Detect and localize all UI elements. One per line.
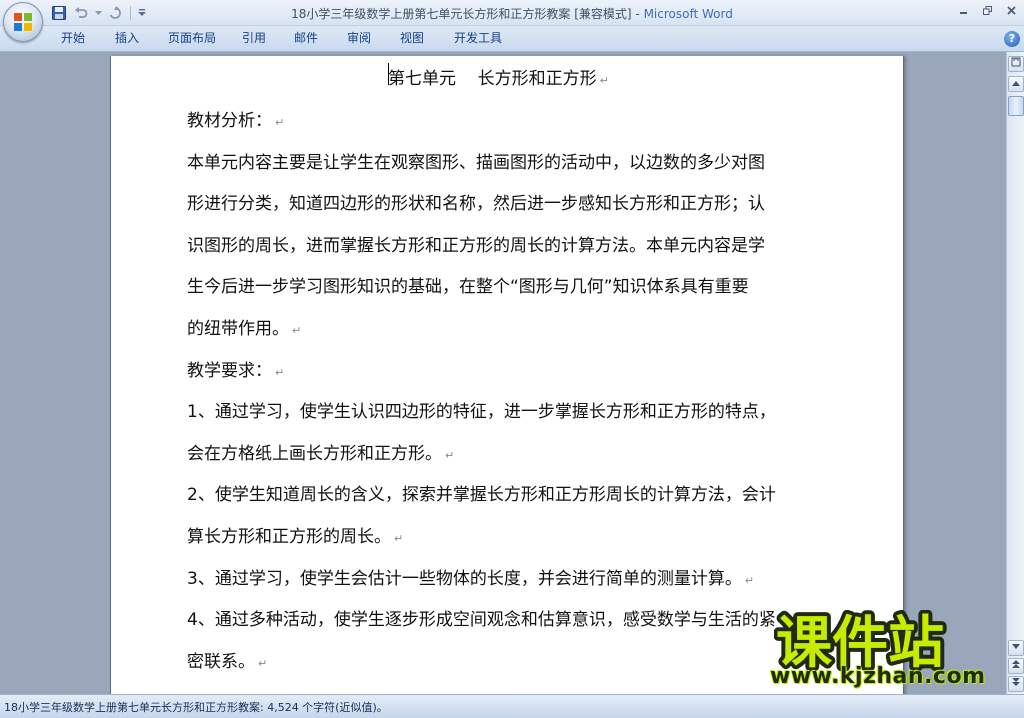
paragraph-mark: ↵ (275, 366, 285, 379)
site-watermark: 课件站 课件站 www.kjzhan.com (768, 610, 1018, 694)
document-line: 生今后进一步学习图形知识的基础，在整个“图形与几何”知识体系具有重要 (187, 272, 749, 297)
document-title-text: 第七单元 长方形和正方形 (388, 69, 597, 89)
tab-review[interactable]: 审阅 (332, 26, 386, 52)
status-bar: 18小学三年级数学上册第七单元长方形和正方形教案: 4,524 个字符(近似值)… (0, 694, 1024, 718)
ribbon-tabs: 开始 插入 页面布局 引用 邮件 审阅 视图 开发工具 (48, 26, 518, 52)
window-title: 18小学三年级数学上册第七单元长方形和正方形教案 [兼容模式] - Micros… (0, 5, 1024, 22)
paragraph-mark: ↵ (292, 324, 302, 337)
line-text: 密联系。 (187, 652, 255, 672)
document-line: 形进行分类，知道四边形的形状和名称，然后进一步感知长方形和正方形；认 (187, 189, 765, 214)
document-name: 18小学三年级数学上册第七单元长方形和正方形教案 [兼容模式] - (291, 7, 644, 21)
restore-button[interactable] (976, 2, 998, 18)
tab-view[interactable]: 视图 (386, 26, 438, 52)
document-line: 密联系。 ↵ (187, 647, 267, 672)
line-text: 教学要求： (187, 361, 272, 381)
document-line: 4、通过多种活动，使学生逐步形成空间观念和估算意识，感受数学与生活的紧 (187, 605, 776, 630)
window-controls (952, 2, 1022, 18)
line-text: 2、使学生知道周长的含义，探索并掌握长方形和正方形周长的计算方法，会计 (187, 485, 776, 505)
svg-text:课件站: 课件站 (776, 611, 944, 672)
scroll-up-button[interactable] (1008, 76, 1024, 92)
minimize-icon (959, 11, 967, 14)
vertical-scrollbar[interactable] (1006, 52, 1024, 694)
line-text: 识图形的周长，进而掌握长方形和正方形的周长的计算方法。本单元内容是学 (187, 236, 765, 256)
document-line: 2、使学生知道周长的含义，探索并掌握长方形和正方形周长的计算方法，会计 (187, 480, 776, 505)
document-line: 的纽带作用。 ↵ (187, 314, 301, 339)
scrollbar-thumb[interactable] (1008, 96, 1024, 116)
tab-developer[interactable]: 开发工具 (438, 26, 518, 52)
close-button[interactable] (1000, 2, 1022, 18)
line-text: 的纽带作用。 (187, 319, 289, 339)
document-title[interactable]: 第七单元 长方形和正方形 ↵ (388, 64, 609, 89)
line-text: 本单元内容主要是让学生在观察图形、描画图形的活动中，以边数的多少对图 (187, 153, 765, 173)
tab-references[interactable]: 引用 (228, 26, 280, 52)
document-line: 识图形的周长，进而掌握长方形和正方形的周长的计算方法。本单元内容是学 (187, 231, 765, 256)
paragraph-mark: ↵ (394, 532, 404, 545)
document-line: 本单元内容主要是让学生在观察图形、描画图形的活动中，以边数的多少对图 (187, 148, 765, 173)
line-text: 3、通过学习，使学生会估计一些物体的长度，并会进行简单的测量计算。 (187, 569, 742, 589)
paragraph-mark: ↵ (744, 574, 755, 587)
document-line: 教学要求： ↵ (187, 356, 284, 381)
word-count-status[interactable]: 18小学三年级数学上册第七单元长方形和正方形教案: 4,524 个字符(近似值)… (4, 699, 388, 715)
watermark-url: www.kjzhan.com (770, 664, 986, 689)
document-line: 1、通过学习，使学生认识四边形的特征，进一步掌握长方形和正方形的特点， (187, 397, 776, 422)
paragraph-mark: ↵ (275, 116, 285, 129)
document-line: 3、通过学习，使学生会估计一些物体的长度，并会进行简单的测量计算。 ↵ (187, 564, 754, 589)
arrow-up-icon (1012, 81, 1020, 86)
tab-mailings[interactable]: 邮件 (280, 26, 332, 52)
application-name: Microsoft Word (643, 7, 733, 21)
office-logo-icon (14, 13, 32, 31)
line-text: 会在方格纸上画长方形和正方形。 (187, 444, 442, 464)
title-bar: 18小学三年级数学上册第七单元长方形和正方形教案 [兼容模式] - Micros… (0, 0, 1024, 26)
line-text: 教材分析： (187, 111, 272, 131)
document-line: 会在方格纸上画长方形和正方形。 ↵ (187, 439, 454, 464)
tab-page-layout[interactable]: 页面布局 (156, 26, 228, 52)
watermark-logo: 课件站 课件站 (774, 610, 948, 672)
tab-insert[interactable]: 插入 (98, 26, 156, 52)
close-icon (1006, 5, 1016, 15)
paragraph-mark: ↵ (445, 449, 455, 462)
tab-home[interactable]: 开始 (48, 26, 98, 52)
paragraph-mark: ↵ (258, 657, 268, 670)
paragraph-mark: ↵ (599, 74, 609, 87)
ruler-toggle-button[interactable] (1008, 56, 1024, 72)
restore-icon (982, 5, 992, 15)
document-line: 算长方形和正方形的周长。 ↵ (187, 522, 403, 547)
line-text: 4、通过多种活动，使学生逐步形成空间观念和估算意识，感受数学与生活的紧 (187, 610, 776, 630)
line-text: 形进行分类，知道四边形的形状和名称，然后进一步感知长方形和正方形；认 (187, 194, 765, 214)
help-icon[interactable]: ? (1004, 31, 1020, 47)
office-button[interactable] (3, 2, 43, 42)
line-text: 生今后进一步学习图形知识的基础，在整个“图形与几何”知识体系具有重要 (187, 277, 749, 297)
minimize-button[interactable] (952, 2, 974, 18)
document-line: 教材分析： ↵ (187, 106, 284, 131)
ruler-icon (1011, 57, 1021, 67)
ribbon-tab-bar: 开始 插入 页面布局 引用 邮件 审阅 视图 开发工具 ? (0, 26, 1024, 52)
line-text: 算长方形和正方形的周长。 (187, 527, 391, 547)
line-text: 1、通过学习，使学生认识四边形的特征，进一步掌握长方形和正方形的特点， (187, 402, 776, 422)
